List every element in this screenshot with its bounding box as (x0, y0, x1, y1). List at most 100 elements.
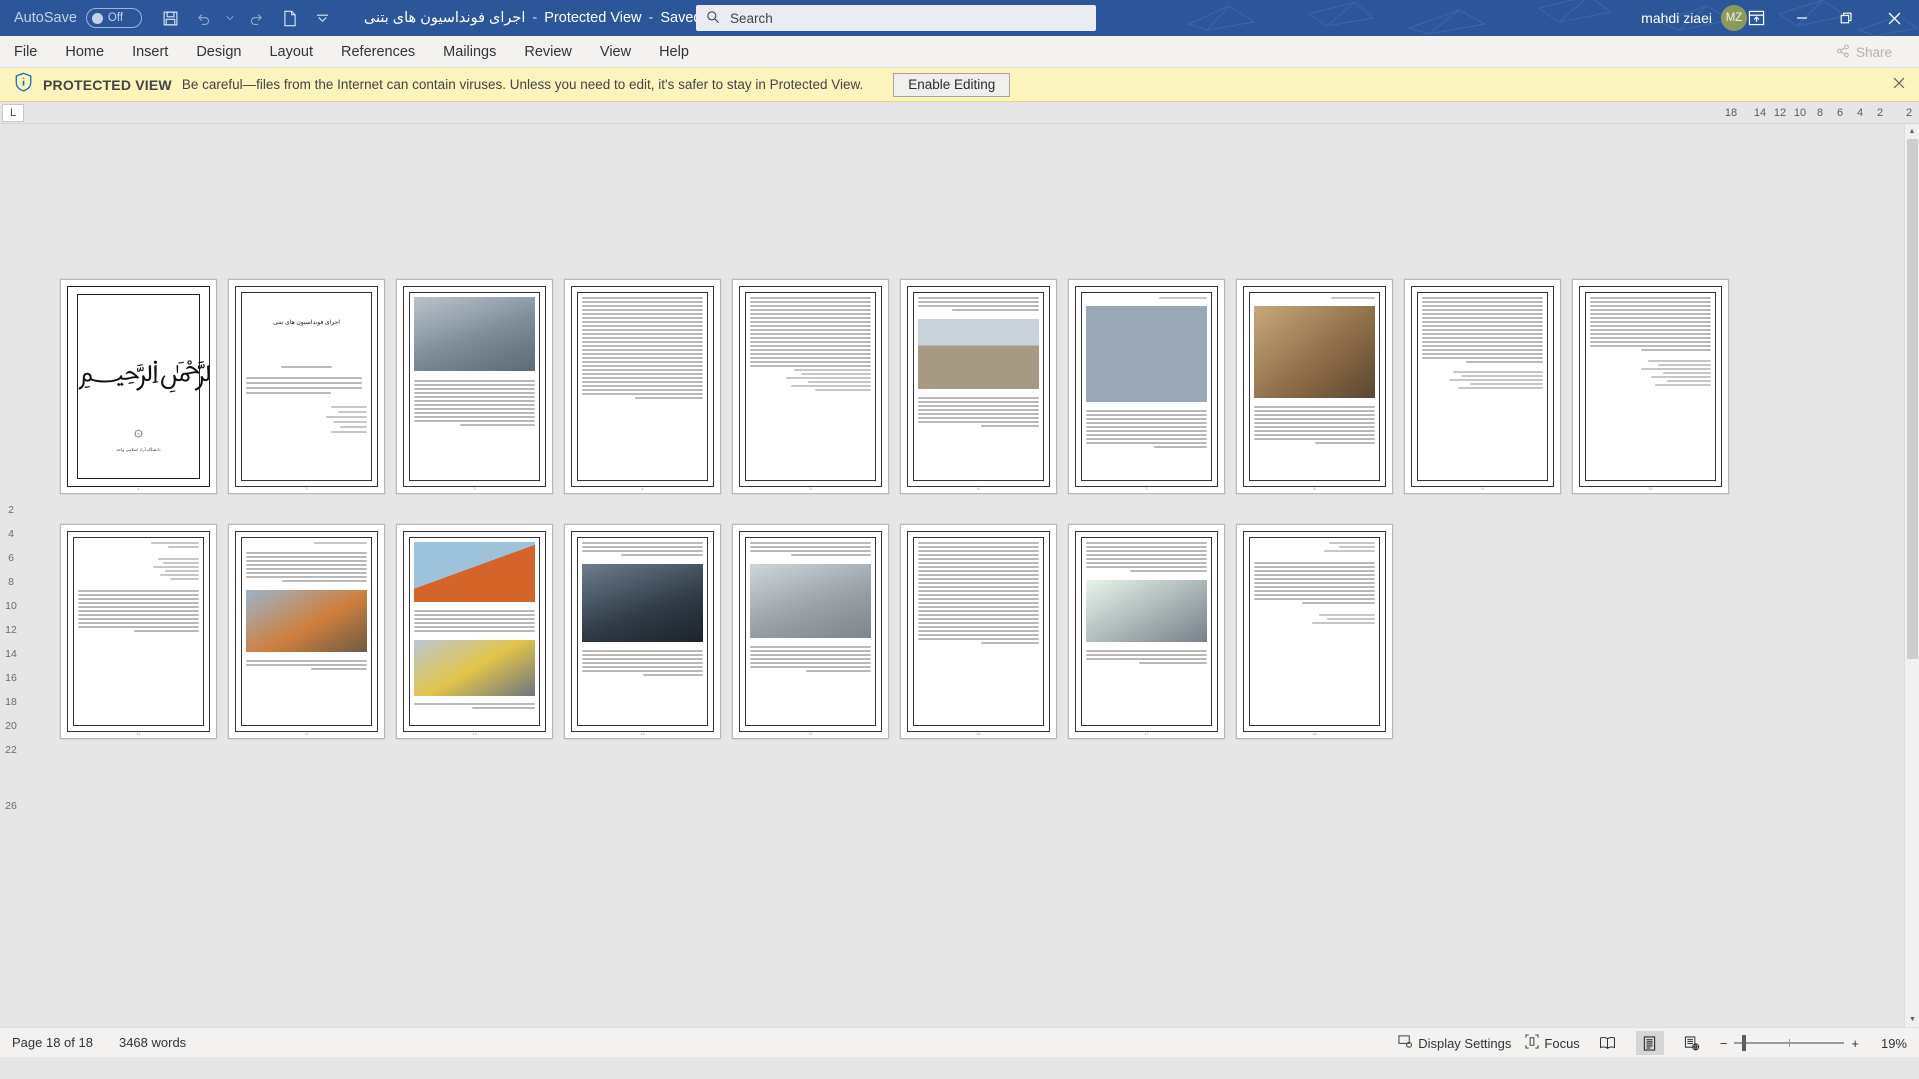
page-number: 8 (1313, 486, 1316, 491)
new-document-icon[interactable] (275, 4, 305, 32)
document-name: اجرای فونداسیون های بتنی (363, 10, 526, 26)
zoom-track[interactable] (1734, 1035, 1845, 1051)
page-thumbnail[interactable]: 16 (900, 524, 1057, 739)
page-thumbnail[interactable]: 6 (900, 279, 1057, 494)
page-thumbnail[interactable]: 13 (396, 524, 553, 739)
zoom-slider[interactable]: − + (1720, 1035, 1859, 1051)
vertical-ruler[interactable]: 2 4 6 8 10 12 14 16 18 20 22 26 (0, 124, 22, 1027)
ruler-tick-18: 18 (1724, 107, 1738, 119)
page-thumbnail[interactable]: 11 (60, 524, 217, 739)
page-thumbnail[interactable]: 12 (228, 524, 385, 739)
restore-button[interactable] (1824, 0, 1869, 36)
scroll-up-icon[interactable]: ▲ (1905, 124, 1919, 139)
page-row-1: ﷽ ۞ دانشگاه آزاد اسلامی واحد 1 اجرای فون… (60, 279, 1729, 494)
ribbon-tab-bar: File Home Insert Design Layout Reference… (0, 36, 1919, 68)
page-number: 12 (304, 731, 309, 736)
page-image (1086, 306, 1207, 402)
close-icon[interactable] (1893, 76, 1905, 94)
title-separator-1: - (532, 10, 538, 26)
tab-layout[interactable]: Layout (255, 36, 327, 68)
undo-dropdown-icon[interactable] (222, 4, 239, 32)
page-thumbnail[interactable]: 14 (564, 524, 721, 739)
ruler-row: L 18 14 12 10 8 6 4 2 2 (0, 102, 1919, 124)
page-thumbnail[interactable]: 8 (1236, 279, 1393, 494)
redo-icon[interactable] (242, 4, 272, 32)
vruler-tick-18: 18 (5, 696, 17, 708)
search-input[interactable]: Search (730, 11, 773, 26)
page-number: 9 (1481, 486, 1484, 491)
tab-file[interactable]: File (0, 36, 51, 68)
autosave-control[interactable]: AutoSave Off (14, 8, 142, 28)
tab-help[interactable]: Help (645, 36, 703, 68)
focus-label: Focus (1544, 1035, 1580, 1051)
tab-review[interactable]: Review (510, 36, 586, 68)
ruler-tick-14: 14 (1753, 107, 1767, 119)
page-number: 14 (640, 731, 645, 736)
page-image (414, 542, 535, 602)
word-count[interactable]: 3468 words (119, 1035, 186, 1050)
zoom-in-button[interactable]: + (1851, 1036, 1859, 1051)
customize-quick-access-icon[interactable] (308, 4, 338, 32)
account-cluster[interactable]: mahdi ziaei MZ (1641, 0, 1747, 36)
tab-references[interactable]: References (327, 36, 429, 68)
page-image (1254, 306, 1375, 398)
vertical-scrollbar[interactable]: ▲ ▼ (1904, 124, 1919, 1027)
page-thumbnail[interactable]: 15 (732, 524, 889, 739)
page-thumbnail[interactable]: 5 (732, 279, 889, 494)
tab-design[interactable]: Design (182, 36, 255, 68)
save-icon[interactable] (156, 4, 186, 32)
page-thumbnail[interactable]: 9 (1404, 279, 1561, 494)
tab-stop-selector[interactable]: L (2, 104, 24, 122)
page-image (750, 564, 871, 638)
page-thumbnail[interactable]: 18 (1236, 524, 1393, 739)
autosave-state: Off (107, 12, 124, 24)
page-thumbnail[interactable]: 4 (564, 279, 721, 494)
autosave-toggle[interactable]: Off (85, 8, 142, 28)
tab-mailings[interactable]: Mailings (429, 36, 510, 68)
page-image (582, 564, 703, 642)
title-separator-2: - (648, 10, 654, 26)
university-emblem: ۞ (134, 423, 143, 440)
window-controls (1779, 0, 1919, 36)
focus-icon (1525, 1034, 1539, 1052)
page-thumbnail[interactable]: 3 (396, 279, 553, 494)
vruler-tick-2: 2 (8, 504, 14, 516)
page-thumbnail[interactable]: اجرای فونداسیون های بتنی 2 (228, 279, 385, 494)
print-layout-icon[interactable] (1635, 1031, 1664, 1055)
page-thumbnail[interactable]: 17 (1068, 524, 1225, 739)
enable-editing-button[interactable]: Enable Editing (893, 72, 1011, 97)
page-thumbnail-grid: ﷽ ۞ دانشگاه آزاد اسلامی واحد 1 اجرای فون… (60, 279, 1729, 739)
tab-view[interactable]: View (586, 36, 645, 68)
zoom-handle[interactable] (1742, 1035, 1747, 1051)
display-settings-icon (1398, 1034, 1413, 1052)
page-indicator[interactable]: Page 18 of 18 (12, 1035, 93, 1050)
horizontal-ruler[interactable]: 18 14 12 10 8 6 4 2 2 (1669, 102, 1919, 124)
display-settings-button[interactable]: Display Settings (1398, 1034, 1511, 1052)
zoom-level[interactable]: 19% (1873, 1036, 1907, 1051)
tab-home[interactable]: Home (51, 36, 118, 68)
page-thumbnail[interactable]: 7 (1068, 279, 1225, 494)
ribbon-display-options-icon[interactable] (1739, 0, 1773, 36)
share-label: Share (1855, 44, 1892, 60)
vruler-tick-16: 16 (5, 672, 17, 684)
page-number: 17 (1144, 731, 1149, 736)
protected-view-title: PROTECTED VIEW (43, 76, 172, 93)
vruler-tick-4: 4 (8, 528, 14, 540)
page-thumbnail[interactable]: 10 (1572, 279, 1729, 494)
page-number: 10 (1648, 486, 1653, 491)
scrollbar-thumb[interactable] (1907, 139, 1918, 659)
web-layout-icon[interactable] (1678, 1031, 1706, 1055)
focus-button[interactable]: Focus (1525, 1034, 1580, 1052)
read-mode-icon[interactable] (1594, 1031, 1622, 1055)
page-thumbnail[interactable]: ﷽ ۞ دانشگاه آزاد اسلامی واحد 1 (60, 279, 217, 494)
close-button[interactable] (1869, 0, 1919, 36)
zoom-out-button[interactable]: − (1720, 1036, 1728, 1051)
tab-insert[interactable]: Insert (118, 36, 182, 68)
scroll-down-icon[interactable]: ▼ (1905, 1012, 1919, 1027)
minimize-button[interactable] (1779, 0, 1824, 36)
search-box[interactable]: Search (696, 5, 1096, 31)
undo-icon[interactable] (189, 4, 219, 32)
document-workspace[interactable]: 2 4 6 8 10 12 14 16 18 20 22 26 ﷽ ۞ دانش… (0, 124, 1919, 1027)
page-number: 7 (1145, 486, 1148, 491)
zoom-midpoint-tick (1789, 1039, 1791, 1047)
